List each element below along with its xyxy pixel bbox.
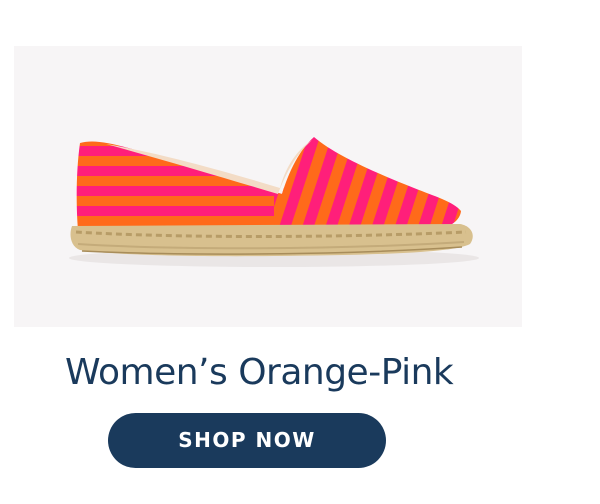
shop-now-button[interactable]: SHOP NOW [108,413,386,468]
product-title: Women’s Orange-Pink [65,352,454,393]
product-image[interactable] [14,46,522,327]
espadrille-shoe-illustration [69,137,479,267]
